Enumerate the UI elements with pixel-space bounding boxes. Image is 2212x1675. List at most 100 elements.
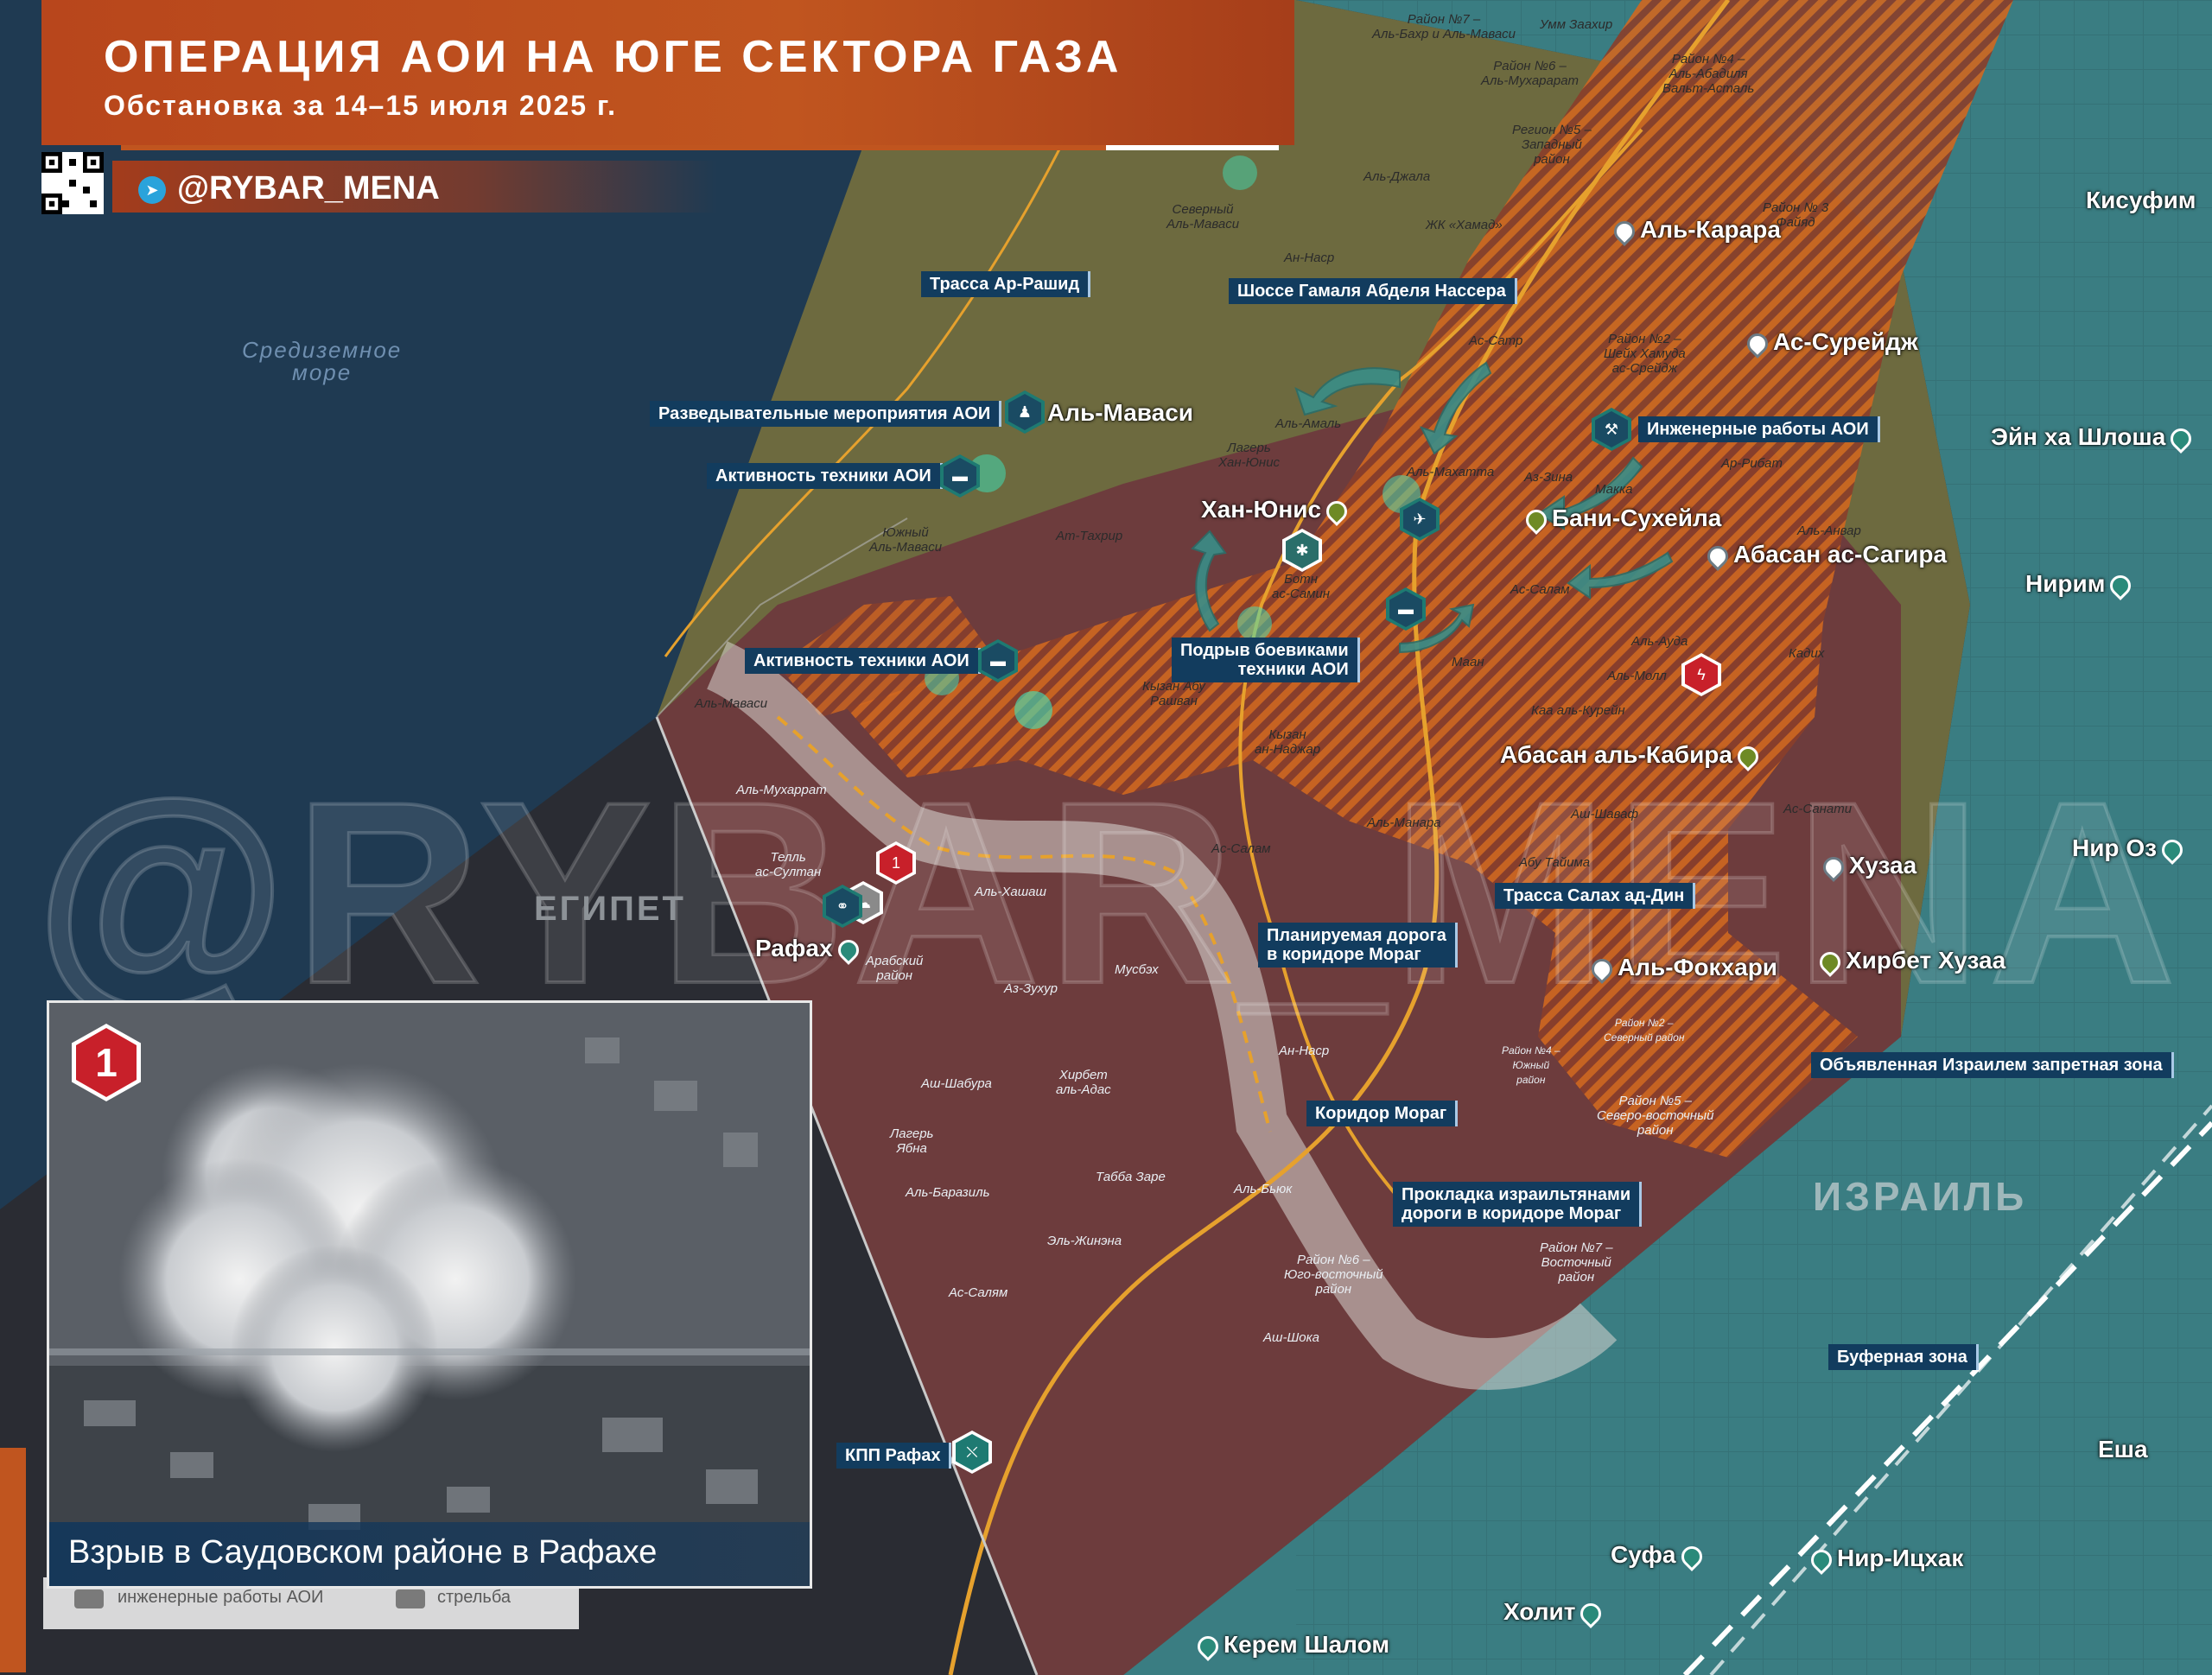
sea-label: Средиземное море — [242, 339, 402, 384]
callout-engineering: Инженерные работы АОИ — [1638, 416, 1880, 442]
place-label: Суфа — [1611, 1541, 1676, 1568]
district-line: Район №7 – — [1540, 1240, 1613, 1255]
district-label: Макка — [1595, 482, 1633, 497]
district-label: Табба Заре — [1096, 1170, 1166, 1184]
location-pin-icon — [2106, 570, 2136, 600]
district-label: Район №4 – Аль-Абадиля Вальт-Асталь — [1662, 52, 1754, 96]
district-label: Аль-Джала — [1363, 169, 1431, 184]
country-label-egypt: ЕГИПЕТ — [534, 890, 686, 928]
district-line: район — [1516, 1074, 1546, 1086]
callout-line: в коридоре Мораг — [1267, 945, 1421, 964]
place-label: Кисуфим — [2086, 187, 2196, 213]
district-line: Аль-Маваси — [1166, 217, 1240, 232]
place-kissufim: Кисуфим — [2086, 187, 2196, 214]
district-label: Аль-Амаль — [1275, 416, 1342, 431]
callout-nasser: Шоссе Гамаля Абделя Нассера — [1229, 278, 1517, 304]
place-label: Аль-Карара — [1640, 216, 1781, 243]
district-label: Аш-Шабура — [921, 1076, 992, 1091]
location-pin-icon — [1193, 1631, 1223, 1661]
district-line: Шейх Хамуда — [1604, 346, 1686, 361]
telegram-icon[interactable]: ➤ — [138, 176, 166, 204]
district-label: Лагерь Ябна — [890, 1126, 933, 1156]
district-line: Кызан Абу — [1142, 679, 1205, 694]
shooting-legend-icon — [396, 1589, 425, 1608]
district-line: Хирбет — [1058, 1068, 1108, 1082]
district-line: Район №4 – — [1671, 52, 1745, 67]
district-label: Район № 3 Файяд — [1763, 200, 1828, 230]
inset-caption-bar: Взрыв в Саудовском районе в Рафахе — [49, 1522, 810, 1586]
district-label: Район №2 – Шейх Хамуда ас-Срейдж — [1604, 332, 1686, 376]
district-line: Южный — [1512, 1059, 1550, 1071]
district-label: Мусбэх — [1115, 962, 1159, 977]
district-line: Юго-восточный — [1284, 1267, 1383, 1282]
district-label: Аль-Бьюк — [1234, 1182, 1293, 1196]
district-label: Каа аль-Курейн — [1531, 703, 1625, 718]
district-label: ЖК «Хамад» — [1426, 218, 1503, 232]
district-line: Район №2 – — [1614, 1017, 1674, 1029]
place-label: Нир-Ицхак — [1837, 1545, 1964, 1571]
callout-morag: Коридор Мораг — [1306, 1101, 1459, 1126]
district-line: Район №4 – — [1502, 1044, 1560, 1056]
location-pin-icon — [1576, 1598, 1606, 1628]
district-label: Ар-Рибат — [1721, 456, 1783, 471]
district-label: Аль-Хашаш — [975, 885, 1046, 899]
place-nir-yitzhak: Нир-Ицхак — [1806, 1545, 1964, 1575]
inset-photo[interactable]: 1 Взрыв в Саудовском районе в Рафахе — [47, 1000, 812, 1589]
district-line: Восточный — [1541, 1255, 1611, 1270]
place-label: Еша — [2098, 1436, 2148, 1462]
district-line: ас-Султан — [755, 865, 822, 879]
district-label: Ас-Сатр — [1469, 333, 1523, 348]
callout-line: Планируемая дорога — [1267, 926, 1446, 945]
district-label: Аш-Шаваф — [1571, 807, 1638, 822]
district-label: Маан — [1452, 655, 1484, 669]
district-line: Ботн — [1284, 572, 1318, 587]
district-label: Аз-Зина — [1524, 470, 1573, 485]
place-khirbet-khuzaa: Хирбет Хузаа — [1815, 947, 2006, 977]
location-pin-icon — [1703, 541, 1732, 571]
place-khuzaa: Хузаа — [1818, 852, 1916, 882]
place-sureidj: Ас-Сурейдж — [1742, 328, 1918, 358]
district-line: район — [1637, 1123, 1674, 1138]
district-line: Телль — [770, 850, 806, 865]
brand-handle[interactable]: @RYBAR_MENA — [177, 170, 440, 207]
callout-blowup: Подрыв боевиками техники АОИ — [1172, 638, 1360, 682]
district-label: Ас-Салам — [1510, 582, 1570, 597]
district-line: ас-Срейдж — [1611, 361, 1678, 376]
callout-planned-road: Планируемая дорога в коридоре Мораг — [1258, 923, 1458, 968]
district-label: Аль-Баразиль — [906, 1185, 990, 1200]
district-line: ас-Самин — [1272, 587, 1331, 601]
district-label: Ас-Салам — [1211, 841, 1271, 856]
district-line: Рашван — [1149, 694, 1198, 708]
place-label: Хирбет Хузаа — [1846, 947, 2006, 974]
district-label: Район №6 – Аль-Мухарарат — [1481, 59, 1579, 88]
district-line: Кызан — [1268, 727, 1306, 742]
district-label: Ас-Салям — [949, 1285, 1008, 1300]
location-pin-icon — [1807, 1545, 1836, 1575]
district-line: Арабский — [866, 954, 924, 968]
left-accent-bar — [0, 1448, 26, 1672]
place-abasan-sagira: Абасан ас-Сагира — [1702, 541, 1947, 571]
callout-salah: Трасса Салах ад-Дин — [1495, 883, 1696, 909]
watermark: @RYBAR_MENA — [33, 746, 2183, 1039]
district-label: Абу Тайима — [1519, 855, 1591, 870]
district-line: Файяд — [1776, 215, 1815, 230]
page-subtitle: Обстановка за 14–15 июля 2025 г. — [104, 90, 617, 121]
callout-recon: Разведывательные мероприятия АОИ — [650, 401, 1002, 427]
qr-code-icon[interactable] — [41, 152, 104, 214]
location-pin-icon — [1522, 504, 1551, 535]
sea-label-line: Средиземное — [242, 337, 403, 363]
location-pin-icon — [1733, 741, 1763, 771]
district-line: Аль-Маваси — [869, 540, 943, 555]
district-label: Лагерь Хан-Юнис — [1218, 441, 1280, 470]
district-label: Умм Заахир — [1540, 17, 1613, 32]
district-label: Аль-Ауда — [1631, 634, 1688, 649]
place-label: Эйн ха Шлоша — [1991, 423, 2166, 450]
explosion-photo-image — [49, 1003, 810, 1586]
place-nir-oz: Нир Оз — [2072, 834, 2188, 865]
place-karara: Аль-Карара — [1609, 216, 1781, 246]
district-label: Ас-Санати — [1783, 802, 1853, 816]
location-pin-icon — [833, 935, 863, 965]
callout-forbidden-zone: Объявленная Израилем запретная зона — [1811, 1052, 2174, 1078]
sea-label-line: море — [292, 359, 353, 385]
district-label: Южный Аль-Маваси — [869, 525, 942, 555]
